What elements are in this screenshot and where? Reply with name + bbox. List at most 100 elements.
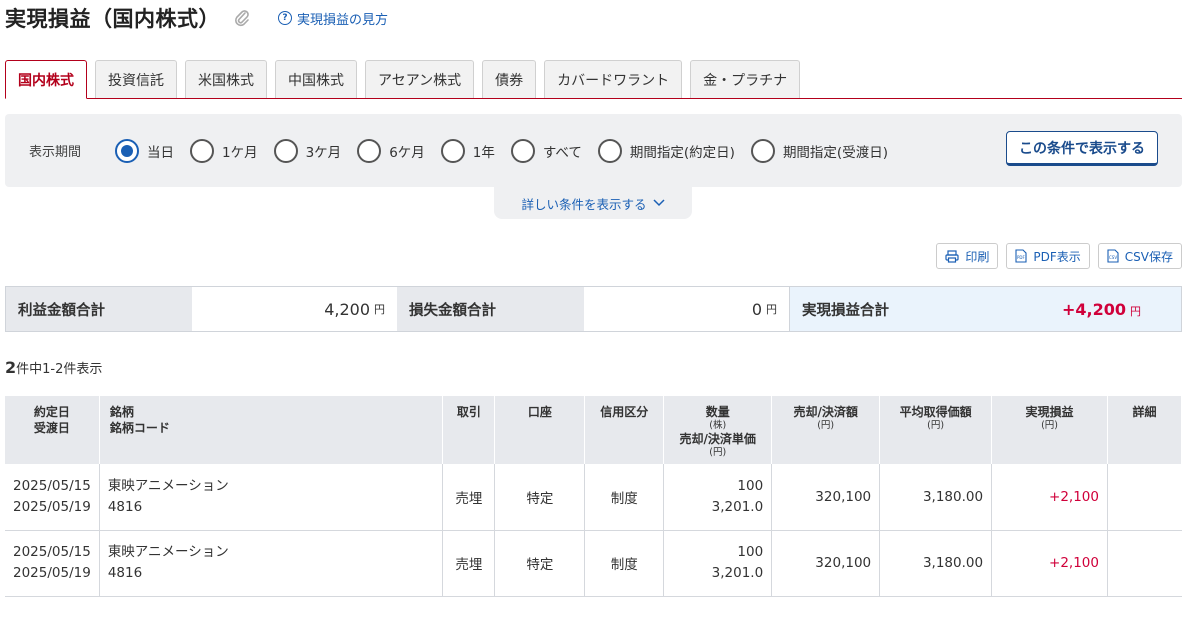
security-name[interactable]: 東映アニメーション [108, 542, 435, 563]
tab-asean-stock[interactable]: アセアン株式 [365, 60, 475, 98]
col-margin[interactable]: 信用区分 [584, 396, 665, 464]
header-unit: (円) [709, 447, 727, 458]
security-name[interactable]: 東映アニメーション [108, 476, 435, 497]
amount-cell: 320,100 [771, 464, 881, 531]
tab-china-stock[interactable]: 中国株式 [275, 60, 357, 98]
radio-6month[interactable]: 6ケ月 [357, 138, 425, 163]
tab-label: カバードワラント [557, 72, 670, 89]
radio-checked-icon [115, 138, 139, 163]
period-radio-group: 当日 1ケ月 3ケ月 6ケ月 1年 すべて 期間指定(約定日) 期間指定(受渡日… [115, 138, 904, 163]
tab-bond[interactable]: 債券 [482, 60, 537, 98]
csv-button[interactable]: CSV CSV保存 [1097, 243, 1182, 269]
header-label: 数量 [705, 405, 730, 419]
security-code: 4816 [107, 565, 143, 581]
account-cell: 特定 [494, 464, 586, 531]
radio-range-trade-date[interactable]: 期間指定(約定日) [597, 138, 735, 163]
col-account[interactable]: 口座 [494, 396, 586, 464]
tab-investment-trust[interactable]: 投資信託 [95, 60, 177, 98]
pdf-file-icon: PDF [1015, 249, 1027, 263]
radio-label: 期間指定(約定日) [629, 144, 735, 161]
realized-pl-table: 約定日 受渡日 銘柄 銘柄コード 取引 口座 信用区分 数量 (株) 売却/決済単価 (円… [5, 396, 1182, 597]
radio-1month[interactable]: 1ケ月 [190, 138, 258, 163]
margin-cell: 制度 [584, 464, 665, 531]
yen-unit: 円 [1130, 304, 1141, 318]
header-label: 実現損益 [1025, 405, 1074, 419]
tab-label: 中国株式 [288, 72, 344, 89]
radio-1year[interactable]: 1年 [440, 138, 495, 163]
header-label: 詳細 [1132, 405, 1157, 419]
radio-unchecked-icon [750, 138, 775, 163]
header-unit: (円) [927, 420, 945, 431]
radio-3month[interactable]: 3ケ月 [273, 138, 341, 163]
help-link[interactable]: ? 実現損益の見方 [278, 9, 388, 28]
filter-panel: 表示期間 当日 1ケ月 3ケ月 6ケ月 1年 すべて 期間指定(約定日) 期間指… [5, 114, 1182, 187]
page-title: 実現損益（国内株式） [5, 7, 220, 31]
radio-label: すべて [542, 144, 582, 161]
radio-label: 当日 [147, 144, 174, 161]
trade-date: 2025/05/15 [13, 477, 91, 494]
tab-us-stock[interactable]: 米国株式 [185, 60, 267, 98]
radio-unchecked-icon [357, 138, 382, 163]
csv-file-icon: CSV [1107, 249, 1119, 263]
header-label: 売却/決済単価 [679, 432, 756, 446]
header-label: 約定日 [33, 405, 70, 419]
tab-label: アセアン株式 [378, 72, 462, 89]
radio-label: 1ケ月 [222, 144, 258, 161]
more-conditions-toggle[interactable]: 詳しい条件を表示する [494, 187, 692, 219]
paperclip-icon[interactable] [234, 8, 252, 28]
tab-gold-platinum[interactable]: 金・プラチナ [690, 60, 801, 98]
header-unit: (株) [709, 420, 727, 431]
margin-cell: 制度 [584, 530, 665, 597]
col-security[interactable]: 銘柄 銘柄コード [99, 396, 444, 464]
header-unit: (円) [817, 420, 835, 431]
tab-covered-warrant[interactable]: カバードワラント [544, 60, 683, 98]
header-label: 口座 [527, 405, 552, 419]
header-label: 取引 [456, 405, 481, 419]
chevron-down-icon [652, 199, 665, 207]
radio-today[interactable]: 当日 [115, 138, 174, 163]
result-count: 2件中1-2件表示 [5, 358, 102, 377]
print-label: 印刷 [965, 249, 990, 264]
radio-unchecked-icon [440, 138, 465, 163]
realized-total-value: +4,200 円 [990, 300, 1181, 319]
printer-icon [945, 249, 959, 263]
more-conditions-label: 詳しい条件を表示する [521, 196, 647, 212]
unit-price: 3,201.0 [711, 498, 764, 515]
col-amount[interactable]: 売却/決済額 (円) [771, 396, 881, 464]
col-realized-pl[interactable]: 実現損益 (円) [991, 396, 1108, 464]
avg-cost-cell: 3,180.00 [879, 530, 993, 597]
tab-label: 債券 [495, 72, 524, 89]
yen-unit: 円 [766, 303, 777, 316]
realized-total-label: 実現損益合計 [802, 302, 889, 319]
col-trade[interactable]: 取引 [442, 396, 496, 464]
security-cell: 東映アニメーション 4816 [99, 464, 444, 531]
realized-pl-cell: +2,100 [991, 464, 1108, 531]
radio-label: 1年 [472, 144, 495, 161]
title-row: 実現損益（国内株式） ? 実現損益の見方 [5, 3, 388, 33]
pdf-button[interactable]: PDF PDF表示 [1006, 243, 1090, 269]
print-button[interactable]: 印刷 [936, 243, 999, 269]
realized-total: 実現損益合計 +4,200 円 [789, 287, 1181, 331]
question-icon: ? [278, 11, 292, 25]
profit-amount: 4,200 [324, 299, 370, 319]
qty-price-cell: 100 3,201.0 [663, 530, 773, 597]
tab-label: 金・プラチナ [703, 72, 788, 89]
avg-cost-cell: 3,180.00 [879, 464, 993, 531]
radio-all[interactable]: すべて [510, 138, 582, 163]
amount-cell: 320,100 [771, 530, 881, 597]
qty-price-cell: 100 3,201.0 [663, 464, 773, 531]
csv-label: CSV保存 [1124, 249, 1173, 264]
unit-price: 3,201.0 [711, 565, 764, 581]
col-avg-cost[interactable]: 平均取得価額 (円) [879, 396, 993, 464]
radio-unchecked-icon [510, 138, 535, 163]
tab-label: 米国株式 [198, 72, 254, 89]
col-dates[interactable]: 約定日 受渡日 [5, 396, 100, 464]
radio-range-settle-date[interactable]: 期間指定(受渡日) [750, 138, 888, 163]
apply-filter-button[interactable]: この条件で表示する [1006, 131, 1158, 166]
trade-cell: 売埋 [442, 464, 496, 531]
radio-unchecked-icon [597, 138, 622, 163]
pdf-label: PDF表示 [1033, 249, 1081, 264]
col-qty-price[interactable]: 数量 (株) 売却/決済単価 (円) [663, 396, 773, 464]
tab-domestic-stock[interactable]: 国内株式 [5, 60, 87, 99]
header-label: 銘柄 [109, 405, 134, 419]
